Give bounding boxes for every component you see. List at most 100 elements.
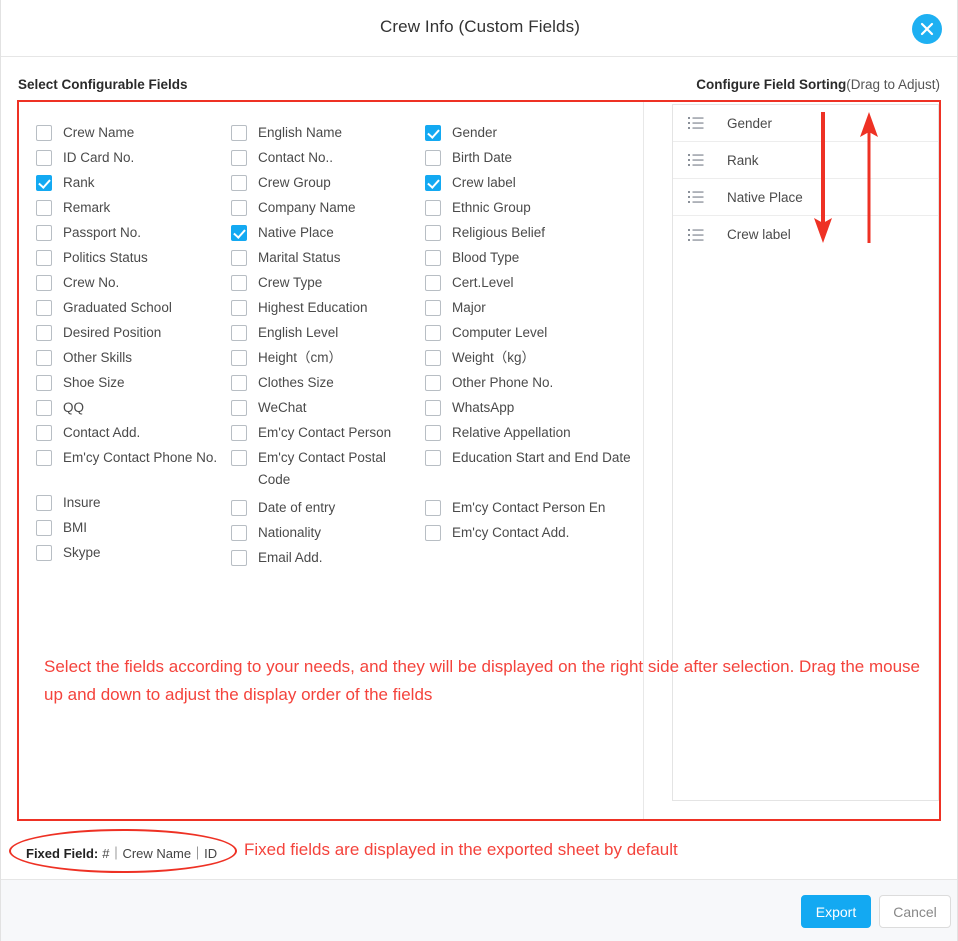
field-checkbox-row[interactable]: Relative Appellation <box>425 422 640 447</box>
field-checkbox-label[interactable]: Skype <box>63 542 101 564</box>
field-checkbox-label[interactable]: Relative Appellation <box>452 422 571 444</box>
checkbox-unchecked-icon[interactable] <box>425 500 441 516</box>
checkbox-unchecked-icon[interactable] <box>36 150 52 166</box>
field-checkbox-row[interactable]: Date of entry <box>231 497 421 522</box>
field-checkbox-label[interactable]: Other Phone No. <box>452 372 553 394</box>
field-checkbox-row[interactable]: Crew No. <box>36 272 241 297</box>
close-icon[interactable] <box>912 14 942 44</box>
field-checkbox-label[interactable]: Em'cy Contact Person En <box>452 497 605 519</box>
checkbox-checked-icon[interactable] <box>425 125 441 141</box>
field-checkbox-label[interactable]: Em'cy Contact Postal Code <box>258 447 421 491</box>
checkbox-unchecked-icon[interactable] <box>231 350 247 366</box>
field-checkbox-label[interactable]: Passport No. <box>63 222 141 244</box>
field-checkbox-row[interactable]: Graduated School <box>36 297 241 322</box>
checkbox-unchecked-icon[interactable] <box>231 400 247 416</box>
checkbox-unchecked-icon[interactable] <box>36 225 52 241</box>
field-checkbox-row[interactable]: QQ <box>36 397 241 422</box>
field-checkbox-label[interactable]: Cert.Level <box>452 272 514 294</box>
field-checkbox-row[interactable]: Clothes Size <box>231 372 421 397</box>
field-checkbox-label[interactable]: WhatsApp <box>452 397 514 419</box>
checkbox-unchecked-icon[interactable] <box>231 250 247 266</box>
field-checkbox-label[interactable]: BMI <box>63 517 87 539</box>
checkbox-unchecked-icon[interactable] <box>36 375 52 391</box>
field-checkbox-row[interactable]: Contact Add. <box>36 422 241 447</box>
field-checkbox-label[interactable]: Blood Type <box>452 247 519 269</box>
field-checkbox-row[interactable]: Em'cy Contact Add. <box>425 522 640 547</box>
drag-list-icon[interactable] <box>688 228 704 241</box>
field-checkbox-row[interactable]: Em'cy Contact Person <box>231 422 421 447</box>
field-checkbox-label[interactable]: Computer Level <box>452 322 547 344</box>
field-checkbox-row[interactable]: Education Start and End Date <box>425 447 640 497</box>
checkbox-unchecked-icon[interactable] <box>36 450 52 466</box>
checkbox-unchecked-icon[interactable] <box>231 425 247 441</box>
field-checkbox-label[interactable]: Politics Status <box>63 247 148 269</box>
field-checkbox-row[interactable]: Em'cy Contact Postal Code <box>231 447 421 497</box>
checkbox-unchecked-icon[interactable] <box>425 275 441 291</box>
field-checkbox-label[interactable]: Rank <box>63 172 95 194</box>
field-checkbox-label[interactable]: ID Card No. <box>63 147 134 169</box>
field-checkbox-label[interactable]: Birth Date <box>452 147 512 169</box>
checkbox-checked-icon[interactable] <box>36 175 52 191</box>
checkbox-unchecked-icon[interactable] <box>425 425 441 441</box>
checkbox-unchecked-icon[interactable] <box>231 525 247 541</box>
field-checkbox-row[interactable]: English Name <box>231 122 421 147</box>
field-checkbox-row[interactable]: ID Card No. <box>36 147 241 172</box>
field-checkbox-label[interactable]: Contact Add. <box>63 422 140 444</box>
checkbox-unchecked-icon[interactable] <box>425 450 441 466</box>
field-checkbox-label[interactable]: WeChat <box>258 397 307 419</box>
field-checkbox-label[interactable]: Religious Belief <box>452 222 545 244</box>
checkbox-unchecked-icon[interactable] <box>425 375 441 391</box>
field-checkbox-row[interactable]: Skype <box>36 542 241 567</box>
checkbox-unchecked-icon[interactable] <box>425 300 441 316</box>
field-checkbox-row[interactable]: Other Skills <box>36 347 241 372</box>
checkbox-unchecked-icon[interactable] <box>36 125 52 141</box>
field-checkbox-label[interactable]: Other Skills <box>63 347 132 369</box>
checkbox-unchecked-icon[interactable] <box>36 275 52 291</box>
field-checkbox-row[interactable]: Shoe Size <box>36 372 241 397</box>
field-checkbox-label[interactable]: Education Start and End Date <box>452 447 631 469</box>
cancel-button[interactable]: Cancel <box>879 895 951 928</box>
field-checkbox-label[interactable]: Date of entry <box>258 497 335 519</box>
checkbox-unchecked-icon[interactable] <box>231 300 247 316</box>
checkbox-unchecked-icon[interactable] <box>425 225 441 241</box>
field-checkbox-label[interactable]: Highest Education <box>258 297 368 319</box>
field-checkbox-label[interactable]: Email Add. <box>258 547 323 569</box>
field-checkbox-row[interactable]: Politics Status <box>36 247 241 272</box>
checkbox-unchecked-icon[interactable] <box>231 550 247 566</box>
checkbox-unchecked-icon[interactable] <box>425 150 441 166</box>
checkbox-unchecked-icon[interactable] <box>36 300 52 316</box>
field-checkbox-row[interactable]: Em'cy Contact Person En <box>425 497 640 522</box>
field-checkbox-label[interactable]: Height（cm） <box>258 347 342 369</box>
field-checkbox-label[interactable]: Contact No.. <box>258 147 333 169</box>
field-checkbox-row[interactable]: Blood Type <box>425 247 640 272</box>
checkbox-unchecked-icon[interactable] <box>231 275 247 291</box>
field-checkbox-row[interactable]: Other Phone No. <box>425 372 640 397</box>
sort-list-item[interactable]: Rank <box>673 142 938 179</box>
field-checkbox-row[interactable]: Highest Education <box>231 297 421 322</box>
field-checkbox-row[interactable]: Insure <box>36 492 241 517</box>
field-checkbox-label[interactable]: English Name <box>258 122 342 144</box>
checkbox-unchecked-icon[interactable] <box>425 250 441 266</box>
field-checkbox-row[interactable]: English Level <box>231 322 421 347</box>
field-checkbox-label[interactable]: Crew Type <box>258 272 322 294</box>
field-checkbox-row[interactable]: Birth Date <box>425 147 640 172</box>
field-checkbox-row[interactable]: Native Place <box>231 222 421 247</box>
sort-list-item[interactable]: Gender <box>673 105 938 142</box>
drag-list-icon[interactable] <box>688 154 704 166</box>
field-checkbox-row[interactable]: Computer Level <box>425 322 640 347</box>
field-checkbox-row[interactable]: Remark <box>36 197 241 222</box>
field-checkbox-row[interactable]: Weight（kg） <box>425 347 640 372</box>
drag-list-icon[interactable] <box>688 117 704 129</box>
field-checkbox-label[interactable]: Nationality <box>258 522 321 544</box>
field-checkbox-row[interactable]: Em'cy Contact Phone No. <box>36 447 241 472</box>
field-checkbox-label[interactable]: Shoe Size <box>63 372 125 394</box>
checkbox-unchecked-icon[interactable] <box>231 125 247 141</box>
checkbox-unchecked-icon[interactable] <box>231 500 247 516</box>
field-checkbox-label[interactable]: Em'cy Contact Phone No. <box>63 447 217 469</box>
field-checkbox-row[interactable]: Gender <box>425 122 640 147</box>
field-checkbox-label[interactable]: Remark <box>63 197 110 219</box>
field-checkbox-row[interactable]: Cert.Level <box>425 272 640 297</box>
field-checkbox-row[interactable]: WeChat <box>231 397 421 422</box>
field-checkbox-row[interactable]: Crew Name <box>36 122 241 147</box>
field-checkbox-label[interactable]: Clothes Size <box>258 372 334 394</box>
